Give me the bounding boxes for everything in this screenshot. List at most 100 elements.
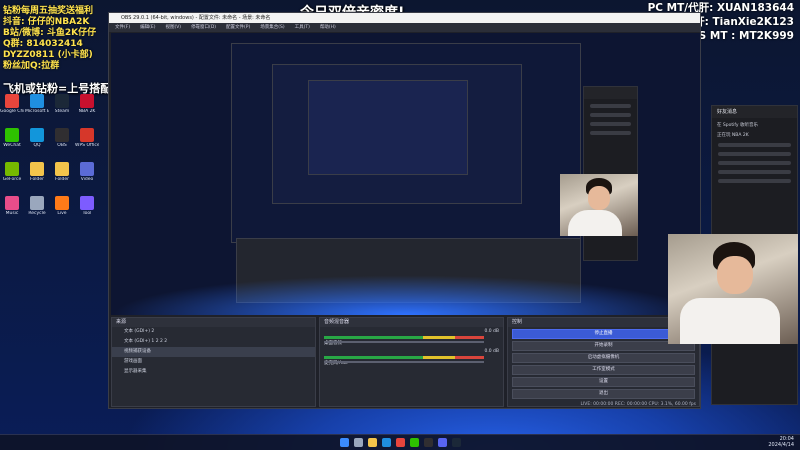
- exit-button[interactable]: 退出: [512, 389, 695, 399]
- desktop-app-icon: [30, 196, 44, 210]
- mixer-meter-mic: [324, 356, 484, 359]
- menu-profile[interactable]: 配置文件(P): [226, 23, 250, 32]
- desktop-icon[interactable]: WeChat: [0, 128, 24, 156]
- promo-text-block: 钻粉每周五抽奖送福利 抖音: 仔仔的NBA2K B站/微博: 斗鱼2K仔仔 Q群…: [3, 6, 111, 72]
- source-item-1[interactable]: 文本 (GDI+) 2: [112, 327, 315, 337]
- promo-line-1: 钻粉每周五抽奖送福利: [3, 6, 94, 16]
- desktop-icon-label: WeChat: [3, 143, 21, 148]
- desktop-app-icon: [5, 94, 19, 108]
- webcam-large: [668, 234, 798, 344]
- desktop-icon-label: NBA 2K: [78, 109, 96, 114]
- chat-line: [718, 161, 791, 165]
- obs-taskbar-icon[interactable]: [424, 438, 433, 447]
- clock-date: 2024/4/14: [768, 442, 794, 448]
- obs-menu-bar: 文件(F) 编辑(E) 视图(V) 停靠窗口(D) 配置文件(P) 场景集合(S…: [109, 23, 700, 32]
- mixer-row-mic: 麦克风/Aux 0.0 dB: [324, 349, 499, 367]
- search-icon[interactable]: [354, 438, 363, 447]
- chat-small-header: [584, 87, 637, 99]
- mixer-title: 音频混音器: [320, 318, 503, 327]
- desktop-app-icon: [80, 162, 94, 176]
- desktop-app-icon: [30, 128, 44, 142]
- source-item-3[interactable]: 视频捕获设备: [112, 347, 315, 357]
- studio-mode-button[interactable]: 工作室模式: [512, 365, 695, 375]
- desktop-icon[interactable]: GeForce: [0, 162, 24, 190]
- desktop-icon[interactable]: Video: [75, 162, 99, 190]
- desktop-icon[interactable]: OBS: [50, 128, 74, 156]
- promo-line-3: B站/微博: 斗鱼2K仔仔: [3, 28, 97, 38]
- chat-line: [590, 131, 631, 135]
- mixer-volume-slider-desktop[interactable]: [324, 341, 484, 343]
- desktop-icon-label: Google Chrome: [0, 109, 24, 114]
- menu-docks[interactable]: 停靠窗口(D): [191, 23, 216, 32]
- desktop-icon[interactable]: Steam: [50, 94, 74, 122]
- start-icon[interactable]: [340, 438, 349, 447]
- wechat-icon[interactable]: [410, 438, 419, 447]
- desktop-icon[interactable]: Tool: [75, 196, 99, 224]
- desktop-icon[interactable]: NBA 2K: [75, 94, 99, 122]
- desktop-icon[interactable]: Music: [0, 196, 24, 224]
- source-item-5[interactable]: 显示器采集: [112, 367, 315, 377]
- sources-title: 来源: [112, 318, 315, 327]
- chat-title: 好友消息: [712, 106, 797, 118]
- menu-file[interactable]: 文件(F): [115, 23, 130, 32]
- desktop-icon-grid: Google ChromeMicrosoft Edge Steam NBA 2K We…: [0, 94, 100, 224]
- desktop-app-icon: [5, 162, 19, 176]
- desktop-icon-label: Live: [57, 211, 67, 216]
- chat-status-line-2: 正在玩 NBA 2K: [717, 133, 749, 138]
- mixer-volume-slider-mic[interactable]: [324, 361, 484, 363]
- chat-line: [718, 143, 791, 147]
- desktop-icon[interactable]: Folder: [25, 162, 49, 190]
- desktop-icon[interactable]: WPS Office: [75, 128, 99, 156]
- desktop-icon[interactable]: Live: [50, 196, 74, 224]
- mixer-db-mic: 0.0 dB: [484, 349, 499, 354]
- settings-button[interactable]: 设置: [512, 377, 695, 387]
- menu-scene-collection[interactable]: 场景集合(S): [260, 23, 284, 32]
- desktop-app-icon: [55, 162, 69, 176]
- taskbar: 20:04 2024/4/14: [0, 434, 800, 450]
- desktop-icon[interactable]: QQ: [25, 128, 49, 156]
- start-virtual-camera-button[interactable]: 启动虚拟摄像机: [512, 353, 695, 363]
- menu-view[interactable]: 视图(V): [165, 23, 181, 32]
- desktop-icon-label: OBS: [57, 143, 67, 148]
- sources-dock: 来源 文本 (GDI+) 2 文本 (GDI+) 1 2 2 2 视频捕获设备 …: [111, 317, 316, 407]
- mixer-db-desktop: 0.0 dB: [484, 329, 499, 334]
- desktop-app-icon: [5, 196, 19, 210]
- promo-line-5: DYZZ0811 (小卡部): [3, 50, 93, 60]
- chat-line: [718, 170, 791, 174]
- mixer-meter-desktop: [324, 336, 484, 339]
- source-item-2[interactable]: 文本 (GDI+) 1 2 2 2: [112, 337, 315, 347]
- desktop-icon[interactable]: Folder: [50, 162, 74, 190]
- desktop-app-icon: [80, 94, 94, 108]
- desktop-app-icon: [55, 94, 69, 108]
- clock[interactable]: 20:04 2024/4/14: [768, 436, 794, 448]
- promo-line-6: 粉丝加Q:拉群: [3, 61, 60, 71]
- chat-line: [590, 122, 631, 126]
- desktop-icon-label: Microsoft Edge: [25, 109, 49, 114]
- chat-status-line: 在 Spotify 收听音乐: [717, 123, 759, 128]
- edge-icon[interactable]: [382, 438, 391, 447]
- file-explorer-icon[interactable]: [368, 438, 377, 447]
- webcam-large-face: [717, 256, 753, 294]
- steam-icon[interactable]: [452, 438, 461, 447]
- desktop-icon[interactable]: Google Chrome: [0, 94, 24, 122]
- chrome-icon[interactable]: [396, 438, 405, 447]
- chat-line: [590, 113, 631, 117]
- desktop-icon[interactable]: Recycle: [25, 196, 49, 224]
- webcam-person-face: [588, 186, 610, 210]
- source-item-4[interactable]: 游戏画面: [112, 357, 315, 367]
- desktop-icon-label: Steam: [54, 109, 70, 114]
- menu-help[interactable]: 帮助(H): [320, 23, 336, 32]
- nested-preview-1: [231, 43, 581, 243]
- webcam-person-shirt: [568, 210, 622, 236]
- discord-icon[interactable]: [438, 438, 447, 447]
- obs-status-bar: LIVE: 00:00:00 REC: 00:00:00 CPU: 3.1%, …: [580, 402, 696, 407]
- desktop-app-icon: [55, 196, 69, 210]
- obs-title-bar[interactable]: OBS 29.0.1 (64-bit, windows) - 配置文件: 未命名…: [109, 13, 700, 23]
- menu-edit[interactable]: 编辑(E): [140, 23, 155, 32]
- desktop-app-icon: [5, 128, 19, 142]
- desktop-icon[interactable]: Microsoft Edge: [25, 94, 49, 122]
- desktop-icon-label: Music: [5, 211, 19, 216]
- menu-tools[interactable]: 工具(T): [295, 23, 310, 32]
- desktop-icon-label: Folder: [55, 177, 69, 182]
- nested-preview-3: [308, 80, 468, 175]
